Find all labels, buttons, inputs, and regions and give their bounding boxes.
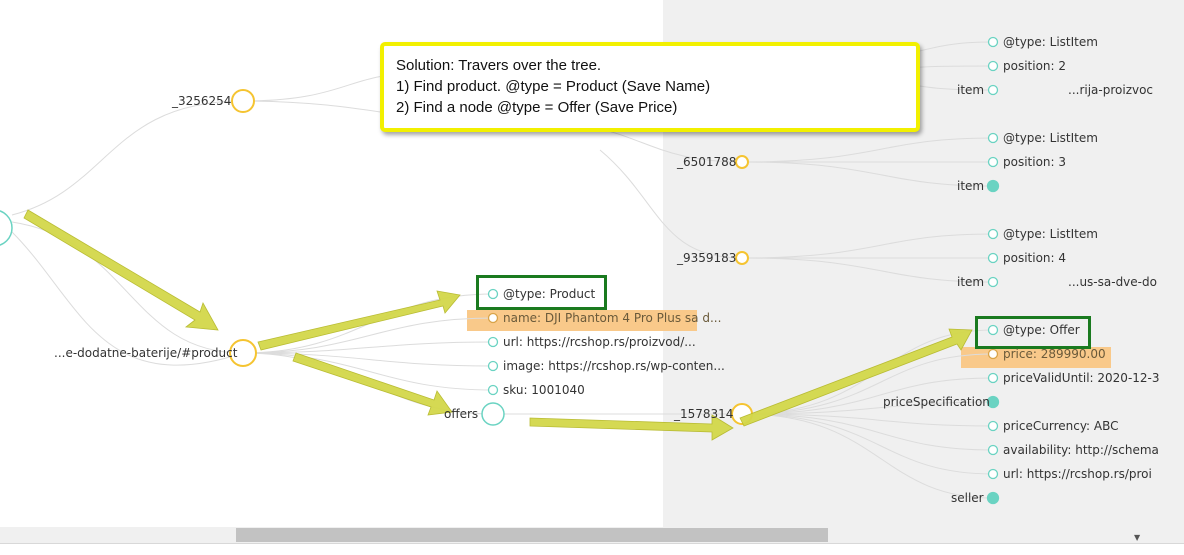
g1-position-label[interactable]: position: 2 xyxy=(1003,59,1066,73)
node-1578314-label[interactable]: _1578314 xyxy=(674,407,733,421)
g2-item-label[interactable]: item xyxy=(957,179,984,193)
g1-item-value[interactable]: ...rija-proizvoc xyxy=(1068,83,1153,97)
offer-currency-node xyxy=(987,420,999,432)
root-node xyxy=(0,210,13,246)
g2-type-label[interactable]: @type: ListItem xyxy=(1003,131,1098,145)
arrow-root-to-product xyxy=(23,209,219,331)
node-9359183 xyxy=(735,251,749,265)
g1-type-node xyxy=(987,36,999,48)
node-3256254 xyxy=(231,89,255,113)
g2-position-node xyxy=(987,156,999,168)
offer-availability-label[interactable]: availability: http://schema xyxy=(1003,443,1159,457)
scroll-right-arrow-icon[interactable]: ▼ xyxy=(1134,533,1140,542)
offer-price-node xyxy=(987,348,999,360)
g3-item-value[interactable]: ...us-sa-dve-do xyxy=(1068,275,1157,289)
offer-valid-node xyxy=(987,372,999,384)
g1-position-node xyxy=(987,60,999,72)
g3-item-node xyxy=(987,276,999,288)
arrow-product-to-offers xyxy=(292,352,453,416)
offers-node xyxy=(481,402,505,426)
product-sku-label[interactable]: sku: 1001040 xyxy=(503,383,585,397)
product-image-node xyxy=(487,360,499,372)
g2-item-node xyxy=(986,179,1000,193)
g3-type-node xyxy=(987,228,999,240)
node-3256254-label[interactable]: _3256254 xyxy=(172,94,231,108)
offer-availability-node xyxy=(987,444,999,456)
g2-type-node xyxy=(987,132,999,144)
product-sku-node xyxy=(487,384,499,396)
callout-line-3: 2) Find a node @type = Offer (Save Price… xyxy=(396,99,678,116)
g1-type-label[interactable]: @type: ListItem xyxy=(1003,35,1098,49)
offer-url-label[interactable]: url: https://rcshop.rs/proi xyxy=(1003,467,1152,481)
g3-position-node xyxy=(987,252,999,264)
g2-position-label[interactable]: position: 3 xyxy=(1003,155,1066,169)
callout-line-1: Solution: Travers over the tree. xyxy=(396,57,602,74)
arrow-1578314-to-offer-type xyxy=(739,328,973,427)
product-name-node xyxy=(487,312,499,324)
g1-item-label[interactable]: item xyxy=(957,83,984,97)
offer-valid-label[interactable]: priceValidUntil: 2020-12-3 xyxy=(1003,371,1160,385)
offer-url-node xyxy=(987,468,999,480)
arrow-product-to-type xyxy=(257,290,461,351)
g3-position-label[interactable]: position: 4 xyxy=(1003,251,1066,265)
offer-seller-node xyxy=(986,491,1000,505)
callout-line-2: 1) Find product. @type = Product (Save N… xyxy=(396,78,711,95)
product-name-label[interactable]: name: DJI Phantom 4 Pro Plus sa d... xyxy=(503,311,721,325)
offers-label[interactable]: offers xyxy=(444,407,478,421)
offer-pricespec-label[interactable]: priceSpecification xyxy=(883,395,990,409)
node-9359183-label[interactable]: _9359183 xyxy=(677,251,736,265)
product-type-label[interactable]: @type: Product xyxy=(503,287,595,301)
g3-type-label[interactable]: @type: ListItem xyxy=(1003,227,1098,241)
offer-price-label[interactable]: price: 289990.00 xyxy=(1003,347,1106,361)
product-node-label[interactable]: ...e-dodatne-baterije/#product xyxy=(54,346,237,360)
product-image-label[interactable]: image: https://rcshop.rs/wp-conten... xyxy=(503,359,725,373)
product-url-label[interactable]: url: https://rcshop.rs/proizvod/... xyxy=(503,335,696,349)
offer-currency-label[interactable]: priceCurrency: ABC xyxy=(1003,419,1119,433)
tree-viewport[interactable]: _3256254 ...e-dodatne-baterije/#product … xyxy=(0,0,1184,555)
node-6501788-label[interactable]: _6501788 xyxy=(677,155,736,169)
horizontal-scrollbar-thumb[interactable] xyxy=(236,528,828,542)
offer-type-label[interactable]: @type: Offer xyxy=(1003,323,1080,337)
g3-item-label[interactable]: item xyxy=(957,275,984,289)
node-6501788 xyxy=(735,155,749,169)
offer-seller-label[interactable]: seller xyxy=(951,491,984,505)
solution-callout: Solution: Travers over the tree. 1) Find… xyxy=(380,42,920,132)
product-url-node xyxy=(487,336,499,348)
g1-item-node xyxy=(987,84,999,96)
bottom-edge xyxy=(0,543,1184,555)
